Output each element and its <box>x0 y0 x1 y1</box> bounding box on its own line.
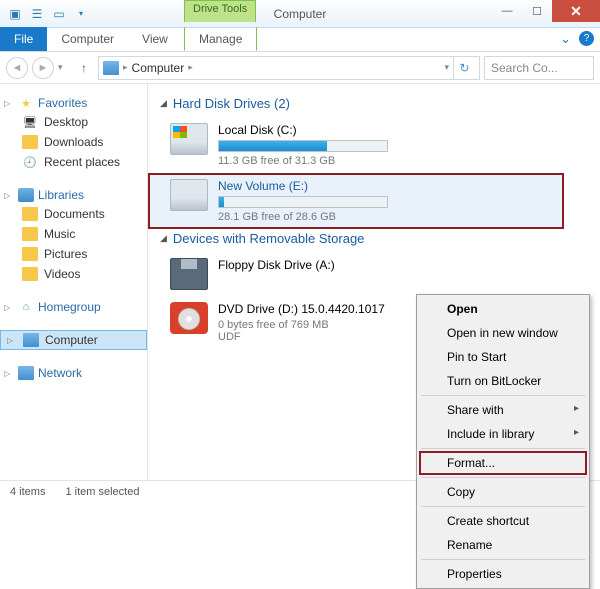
dropdown-icon[interactable]: ▾ <box>444 62 449 73</box>
properties-icon[interactable]: ☰ <box>28 5 46 23</box>
ctx-format[interactable]: Format... <box>419 451 587 475</box>
recent-icon: 🕘 <box>22 155 38 169</box>
maximize-button[interactable]: ☐ <box>522 0 552 22</box>
drive-name: Floppy Disk Drive (A:) <box>218 258 584 272</box>
ctx-include-library[interactable]: Include in library <box>419 422 587 446</box>
drive-free: 11.3 GB free of 31.3 GB <box>218 155 584 167</box>
tab-file[interactable]: File <box>0 27 47 51</box>
minimize-button[interactable]: — <box>492 0 522 22</box>
navigation-pane: ▷★Favorites 🖥Desktop Downloads 🕘Recent p… <box>0 84 148 480</box>
nav-favorites[interactable]: ▷★Favorites <box>0 94 147 112</box>
folder-icon: ▣ <box>6 5 24 23</box>
separator <box>421 395 585 396</box>
star-icon: ★ <box>18 96 34 110</box>
ctx-open-new-window[interactable]: Open in new window <box>419 321 587 345</box>
documents-icon <box>22 207 38 221</box>
separator <box>421 559 585 560</box>
computer-icon <box>23 333 39 347</box>
nav-item-music[interactable]: Music <box>0 224 147 244</box>
drive-free: 28.1 GB free of 28.6 GB <box>218 211 556 223</box>
ctx-rename[interactable]: Rename <box>419 533 587 557</box>
ctx-share-with[interactable]: Share with <box>419 398 587 422</box>
qat-dropdown-icon[interactable]: ▾ <box>72 5 90 23</box>
section-hard-disk-drives[interactable]: ◢Hard Disk Drives (2) <box>148 94 592 117</box>
ctx-bitlocker[interactable]: Turn on BitLocker <box>419 369 587 393</box>
forward-button[interactable]: ► <box>32 57 54 79</box>
quick-access-toolbar: ▣ ☰ ▭ ▾ <box>0 5 90 23</box>
breadcrumb[interactable]: ▸ Computer ▸ ▾ ↻ <box>98 56 480 80</box>
drive-floppy-a[interactable]: Floppy Disk Drive (A:) <box>148 252 592 296</box>
up-button[interactable]: ↑ <box>74 58 94 78</box>
status-item-count: 4 items <box>10 486 45 498</box>
title-bar: ▣ ☰ ▭ ▾ Drive Tools Computer — ☐ ✕ <box>0 0 600 28</box>
tab-manage[interactable]: Manage <box>184 27 257 51</box>
back-button[interactable]: ◄ <box>6 57 28 79</box>
separator <box>421 506 585 507</box>
hdd-icon <box>170 123 208 155</box>
ribbon-expand-icon[interactable]: ⌄ <box>560 31 571 47</box>
ctx-copy[interactable]: Copy <box>419 480 587 504</box>
nav-item-documents[interactable]: Documents <box>0 204 147 224</box>
nav-item-downloads[interactable]: Downloads <box>0 132 147 152</box>
content-pane: ◢Hard Disk Drives (2) Local Disk (C:) 11… <box>148 84 600 480</box>
folder-icon <box>22 135 38 149</box>
drive-name: New Volume (E:) <box>218 179 556 193</box>
homegroup-icon: ⌂ <box>18 300 34 314</box>
music-icon <box>22 227 38 241</box>
status-selected: 1 item selected <box>65 486 139 498</box>
nav-item-desktop[interactable]: 🖥Desktop <box>0 112 147 132</box>
nav-libraries[interactable]: ▷Libraries <box>0 186 147 204</box>
separator <box>421 448 585 449</box>
address-bar: ◄ ► ▾ ↑ ▸ Computer ▸ ▾ ↻ Search Co... <box>0 52 600 84</box>
chevron-right-icon: ▸ <box>188 62 193 73</box>
context-menu: Open Open in new window Pin to Start Tur… <box>416 294 590 589</box>
network-icon <box>18 366 34 380</box>
window-title: Computer <box>274 7 327 21</box>
help-icon[interactable]: ? <box>579 31 594 46</box>
breadcrumb-item[interactable]: Computer <box>132 61 185 75</box>
nav-item-pictures[interactable]: Pictures <box>0 244 147 264</box>
desktop-icon: 🖥 <box>22 115 38 129</box>
videos-icon <box>22 267 38 281</box>
dvd-icon <box>170 302 208 334</box>
drive-new-volume-e[interactable]: New Volume (E:) 28.1 GB free of 28.6 GB <box>148 173 564 229</box>
drive-tools-contextual-tab: Drive Tools <box>184 0 256 22</box>
section-removable-storage[interactable]: ◢Devices with Removable Storage <box>148 229 592 252</box>
nav-item-recent[interactable]: 🕘Recent places <box>0 152 147 172</box>
ctx-pin-to-start[interactable]: Pin to Start <box>419 345 587 369</box>
pictures-icon <box>22 247 38 261</box>
libraries-icon <box>18 188 34 202</box>
ctx-create-shortcut[interactable]: Create shortcut <box>419 509 587 533</box>
history-dropdown-icon[interactable]: ▾ <box>58 62 70 73</box>
search-input[interactable]: Search Co... <box>484 56 594 80</box>
computer-icon <box>103 61 119 75</box>
newfolder-icon[interactable]: ▭ <box>50 5 68 23</box>
space-bar <box>218 196 388 208</box>
space-bar <box>218 140 388 152</box>
tab-view[interactable]: View <box>128 27 182 51</box>
collapse-icon: ◢ <box>160 233 167 244</box>
window-buttons: — ☐ ✕ <box>492 0 600 22</box>
drive-local-disk-c[interactable]: Local Disk (C:) 11.3 GB free of 31.3 GB <box>148 117 592 173</box>
nav-item-videos[interactable]: Videos <box>0 264 147 284</box>
refresh-icon[interactable]: ↻ <box>453 57 475 79</box>
hdd-icon <box>170 179 208 211</box>
ctx-properties[interactable]: Properties <box>419 562 587 586</box>
nav-homegroup[interactable]: ▷⌂Homegroup <box>0 298 147 316</box>
separator <box>421 477 585 478</box>
nav-item-computer[interactable]: ▷Computer <box>0 330 147 350</box>
collapse-icon: ◢ <box>160 98 167 109</box>
chevron-right-icon: ▸ <box>123 62 128 73</box>
nav-network[interactable]: ▷Network <box>0 364 147 382</box>
drive-name: Local Disk (C:) <box>218 123 584 137</box>
close-button[interactable]: ✕ <box>552 0 600 22</box>
ctx-open[interactable]: Open <box>419 297 587 321</box>
floppy-icon <box>170 258 208 290</box>
ribbon-tabs: File Computer View Manage ⌄ ? <box>0 28 600 52</box>
tab-computer[interactable]: Computer <box>47 27 128 51</box>
